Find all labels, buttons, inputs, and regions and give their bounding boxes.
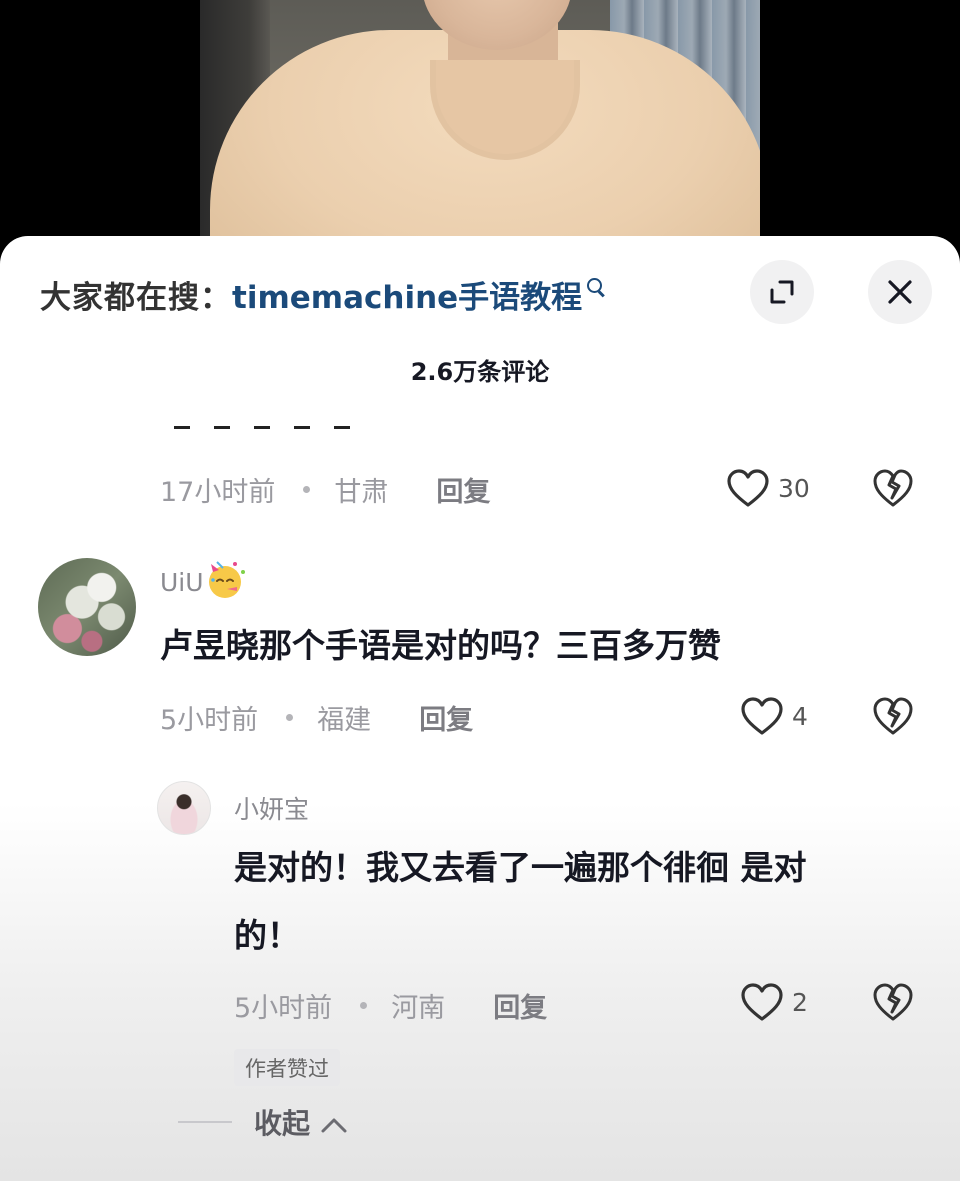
dislike-button[interactable] xyxy=(872,696,914,740)
search-suggestion-term[interactable]: timemachine手语教程 xyxy=(232,272,582,317)
reply-text-line-1: 是对的！我又去看了一遍那个徘徊 是对 xyxy=(234,848,807,887)
meta-separator xyxy=(360,1002,368,1009)
reply-meta: 5小时前 河南 回复 xyxy=(234,986,547,1025)
comment-meta: 5小时前 福建 回复 xyxy=(160,698,473,737)
meta-separator xyxy=(303,486,311,493)
broken-heart-icon xyxy=(873,697,913,735)
collapse-divider xyxy=(178,1121,232,1123)
reply-username[interactable]: 小妍宝 xyxy=(234,790,309,826)
like-button[interactable]: 2 xyxy=(740,982,808,1022)
search-icon xyxy=(586,277,606,297)
reply-avatar[interactable] xyxy=(157,781,211,835)
like-count: 30 xyxy=(778,473,810,503)
author-liked-badge: 作者赞过 xyxy=(234,1049,340,1086)
comment-sheet: 大家都在搜： timemachine手语教程 2.6万条评论 17小时前 甘肃 … xyxy=(0,236,960,1181)
heart-icon xyxy=(727,469,769,507)
comment-time: 17小时前 xyxy=(160,477,276,508)
meta-separator xyxy=(286,714,294,721)
heart-icon xyxy=(741,983,783,1021)
chevron-up-icon xyxy=(321,1118,347,1133)
like-count: 2 xyxy=(792,987,808,1017)
dislike-button[interactable] xyxy=(872,468,914,512)
comment-text-truncated xyxy=(174,426,350,429)
like-button[interactable]: 30 xyxy=(726,468,810,508)
close-icon xyxy=(888,280,912,304)
reply-button[interactable]: 回复 xyxy=(436,470,490,509)
comment-location: 福建 xyxy=(317,705,372,736)
reply-text-line-2: 的！ xyxy=(234,916,300,955)
search-suggestion[interactable]: 大家都在搜： timemachine手语教程 xyxy=(40,272,606,316)
comment-count-title: 2.6万条评论 xyxy=(410,358,550,386)
like-count: 4 xyxy=(792,701,808,731)
close-button[interactable] xyxy=(868,260,932,324)
comment-meta: 17小时前 甘肃 回复 xyxy=(160,470,490,509)
video-frame xyxy=(200,0,760,250)
comment-location: 甘肃 xyxy=(334,477,389,508)
comment-time: 5小时前 xyxy=(160,705,259,736)
video-player[interactable] xyxy=(0,0,960,250)
reply-button[interactable]: 回复 xyxy=(419,698,473,737)
broken-heart-icon xyxy=(873,983,913,1021)
party-face-emoji-icon xyxy=(209,561,245,598)
expand-icon xyxy=(770,280,794,304)
search-suggestion-prefix: 大家都在搜： xyxy=(40,279,232,316)
reply-location: 河南 xyxy=(391,993,446,1024)
collapse-replies-button[interactable]: 收起 xyxy=(178,1102,348,1142)
avatar[interactable] xyxy=(38,558,136,656)
heart-icon xyxy=(741,697,783,735)
like-button[interactable]: 4 xyxy=(740,696,808,736)
reply-time: 5小时前 xyxy=(234,993,333,1024)
comment-username[interactable]: UiU xyxy=(160,568,204,597)
comment-text: 卢昱晓那个手语是对的吗？三百多万赞 xyxy=(160,626,721,665)
reply-button[interactable]: 回复 xyxy=(493,986,547,1025)
broken-heart-icon xyxy=(873,469,913,507)
expand-button[interactable] xyxy=(750,260,814,324)
dislike-button[interactable] xyxy=(872,982,914,1026)
collapse-label: 收起 xyxy=(254,1107,311,1140)
